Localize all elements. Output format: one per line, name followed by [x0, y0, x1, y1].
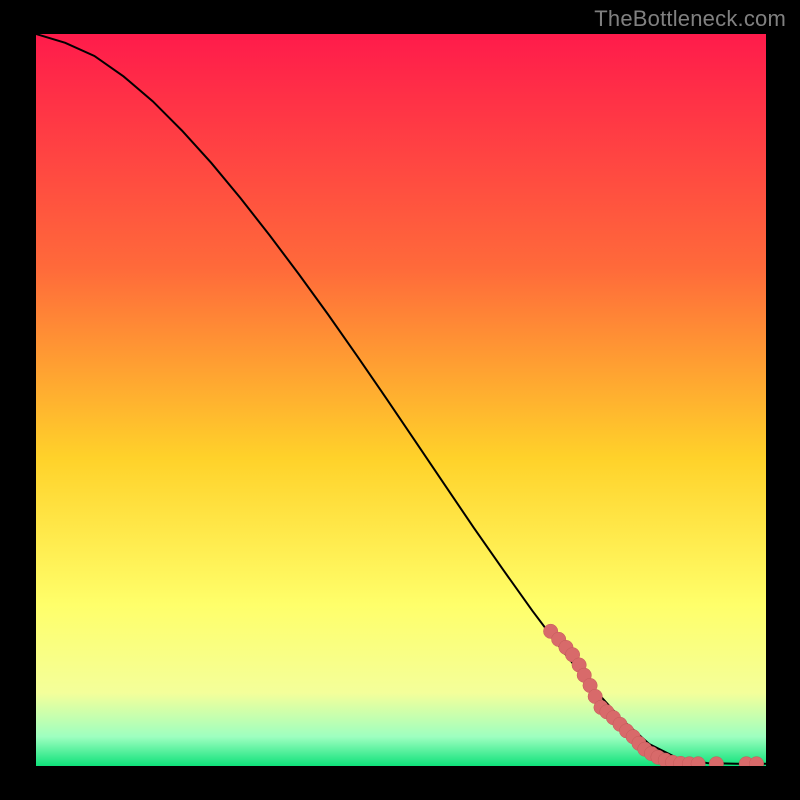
- attribution-text: TheBottleneck.com: [594, 6, 786, 32]
- chart-canvas: TheBottleneck.com: [0, 0, 800, 800]
- plot-svg: [36, 34, 766, 766]
- gradient-background: [36, 34, 766, 766]
- plot-area: [36, 34, 766, 766]
